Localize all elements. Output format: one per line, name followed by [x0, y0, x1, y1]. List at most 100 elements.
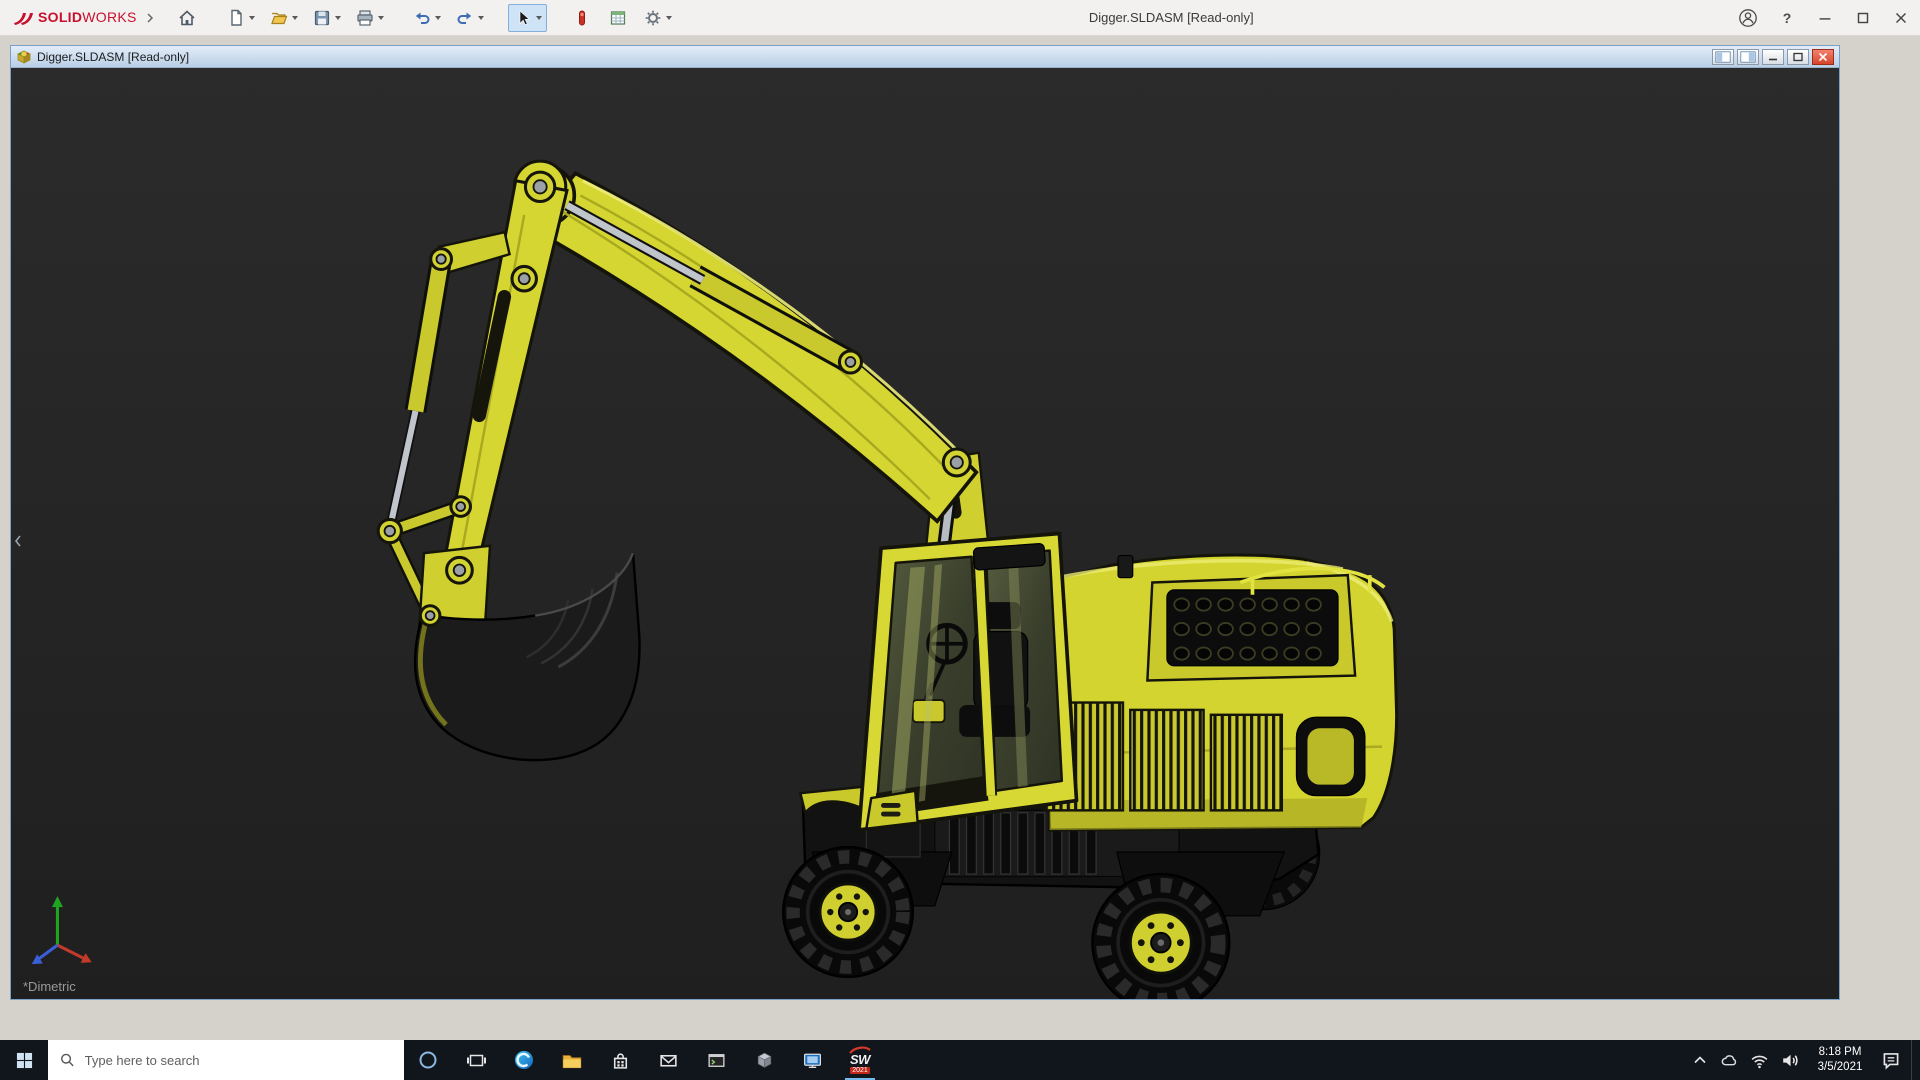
undo-icon	[415, 12, 430, 24]
toolbar-expand-icon[interactable]	[145, 12, 155, 24]
action-center-icon[interactable]	[1880, 1049, 1902, 1071]
graphics-viewport[interactable]: *Dimetric	[11, 68, 1839, 999]
solidworks-logo: SOLIDWORKS	[0, 9, 145, 27]
mail-button[interactable]	[644, 1040, 692, 1080]
orientation-triad-icon[interactable]	[31, 896, 92, 965]
dropdown-arrow-icon	[665, 15, 672, 20]
search-icon	[61, 1053, 74, 1067]
side-grilles	[1043, 701, 1284, 812]
show-desktop-button[interactable]	[1911, 1040, 1916, 1080]
terminal-icon	[707, 1053, 725, 1067]
featuremanager-collapsed-tab[interactable]	[13, 528, 23, 554]
edge-icon	[515, 1051, 533, 1069]
monitor-icon	[803, 1053, 821, 1068]
windows-logo-icon	[16, 1052, 32, 1068]
minimize-button[interactable]	[1816, 9, 1834, 27]
start-button[interactable]	[0, 1040, 48, 1080]
dropdown-arrow-icon	[535, 15, 542, 20]
document-window: Digger.SLDASM [Read-only] *Dimetric	[10, 45, 1840, 1000]
open-button[interactable]	[265, 4, 302, 32]
bucket-cylinder[interactable]	[385, 257, 452, 530]
new-document-button[interactable]	[222, 4, 259, 32]
assembly-document-icon	[17, 50, 31, 64]
upper-body[interactable]	[1038, 553, 1399, 832]
doc-restore-button[interactable]	[1787, 48, 1809, 65]
dropdown-arrow-icon	[248, 15, 255, 20]
engine-vent-grid	[1173, 597, 1322, 661]
terminal-button[interactable]	[692, 1040, 740, 1080]
new-document-icon	[230, 9, 242, 26]
save-icon	[314, 10, 329, 25]
dropdown-arrow-icon	[434, 15, 441, 20]
wifi-icon[interactable]	[1749, 1050, 1770, 1071]
close-icon	[1818, 52, 1828, 61]
rebuild-icon	[578, 10, 585, 25]
document-title: Digger.SLDASM [Read-only]	[37, 49, 190, 64]
redo-icon	[457, 12, 471, 24]
maximize-button[interactable]	[1854, 9, 1872, 27]
excavator-model[interactable]	[11, 68, 1839, 999]
dropdown-arrow-icon	[291, 15, 298, 20]
minimize-icon	[1769, 58, 1777, 60]
gear-icon	[645, 10, 660, 25]
table-icon	[610, 10, 625, 25]
taskbar-search-box[interactable]	[48, 1040, 404, 1080]
solidworks-icon-year: 2021	[850, 1067, 870, 1074]
cortana-icon	[419, 1051, 437, 1069]
mail-icon	[659, 1054, 677, 1067]
dropdown-arrow-icon	[477, 15, 484, 20]
select-tool-button[interactable]	[507, 3, 547, 32]
print-icon	[357, 9, 373, 26]
solidworks-logo-icon	[14, 12, 33, 25]
tray-expand-icon[interactable]	[1690, 1050, 1710, 1070]
file-explorer-button[interactable]	[548, 1040, 596, 1080]
chevron-left-icon	[14, 535, 21, 547]
search-input[interactable]	[84, 1052, 393, 1068]
task-view-button[interactable]	[452, 1040, 500, 1080]
table-button[interactable]	[603, 4, 633, 32]
document-titlebar[interactable]: Digger.SLDASM [Read-only]	[11, 46, 1839, 68]
brand-text-light: WORKS	[82, 8, 137, 25]
app-titlebar: SOLIDWORKS Digger.SLDASM [Read-only] ?	[0, 0, 1920, 36]
select-cursor-icon	[519, 9, 530, 25]
pane-split-icon	[1740, 50, 1756, 63]
windows-taskbar: SW 2021 8:18 PM 3/5/2021	[0, 1040, 1920, 1080]
wheel-near-front[interactable]	[782, 845, 915, 979]
tray-cloud-icon[interactable]	[1719, 1050, 1740, 1071]
volume-icon[interactable]	[1779, 1050, 1800, 1071]
pane-toggle-button-1[interactable]	[1712, 48, 1734, 65]
wheel-near-rear[interactable]	[1091, 872, 1231, 999]
edge-button[interactable]	[500, 1040, 548, 1080]
home-button[interactable]	[172, 4, 202, 32]
help-icon[interactable]: ?	[1778, 10, 1796, 26]
task-view-icon	[466, 1054, 486, 1066]
redo-button[interactable]	[451, 4, 488, 32]
app-window-title: Digger.SLDASM [Read-only]	[1088, 10, 1254, 25]
store-icon	[613, 1052, 627, 1069]
exhaust-stack	[1117, 554, 1134, 579]
view-orientation-label: *Dimetric	[23, 979, 76, 994]
file-explorer-icon	[562, 1055, 582, 1069]
monitor-app-button[interactable]	[788, 1040, 836, 1080]
home-icon	[179, 9, 195, 25]
cube-icon	[757, 1052, 771, 1068]
rebuild-button[interactable]	[567, 4, 597, 32]
doc-close-button[interactable]	[1812, 48, 1834, 65]
save-button[interactable]	[308, 4, 345, 32]
taskbar-clock[interactable]: 8:18 PM 3/5/2021	[1809, 1045, 1871, 1075]
undo-button[interactable]	[408, 4, 445, 32]
options-button[interactable]	[639, 4, 676, 32]
cube-app-button[interactable]	[740, 1040, 788, 1080]
open-folder-icon	[270, 12, 288, 24]
print-button[interactable]	[351, 4, 388, 32]
account-icon[interactable]	[1738, 8, 1758, 28]
doc-minimize-button[interactable]	[1762, 48, 1784, 65]
brand-text-bold: SOLID	[38, 8, 83, 25]
restore-icon	[1793, 52, 1803, 61]
close-button[interactable]	[1892, 9, 1910, 27]
cab[interactable]	[857, 531, 1079, 832]
solidworks-taskbar-button[interactable]: SW 2021	[836, 1040, 884, 1080]
pane-toggle-button-2[interactable]	[1737, 48, 1759, 65]
cortana-button[interactable]	[404, 1040, 452, 1080]
store-button[interactable]	[596, 1040, 644, 1080]
